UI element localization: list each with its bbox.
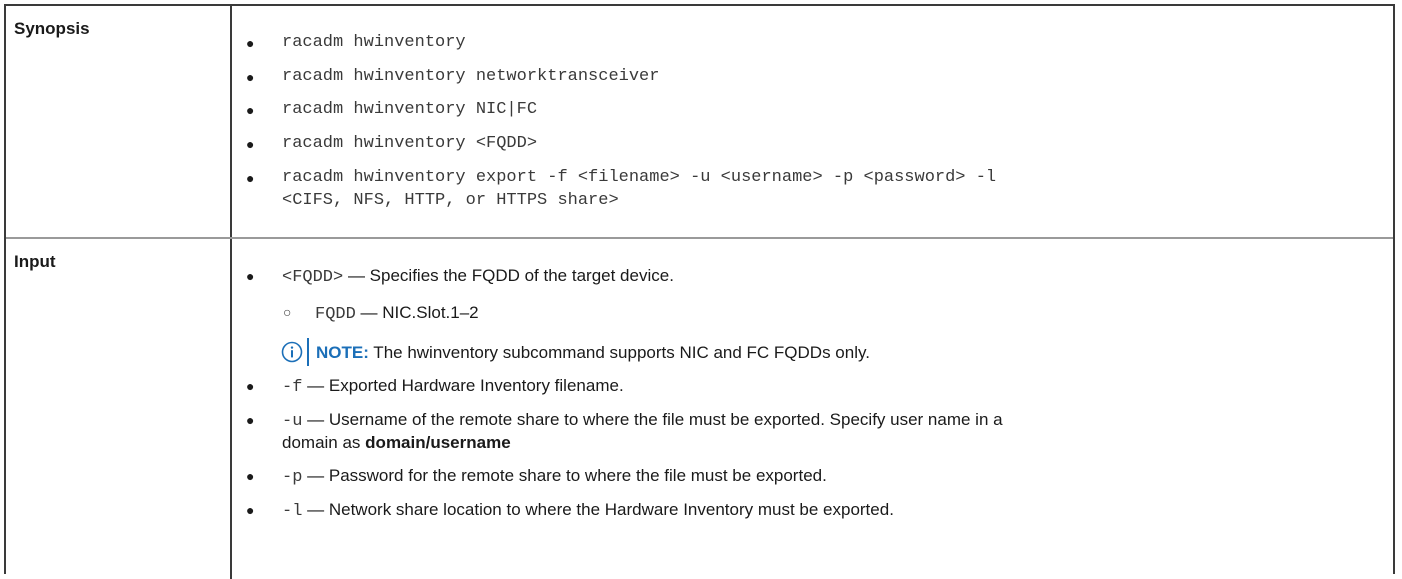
synopsis-command: racadm hwinventory [282,33,466,52]
synopsis-command: racadm hwinventory NIC|FC [282,100,538,119]
input-body-cell: ● <FQDD> — Specifies the FQDD of the tar… [232,239,1393,579]
input-label: Input [14,252,56,271]
bullet-icon: ● [246,378,255,394]
synopsis-command: racadm hwinventory export -f <filename> … [282,168,997,187]
fqdd-code: <FQDD> [282,268,344,287]
bullet-icon: ● [246,468,255,484]
fqdd-sub-description: — NIC.Slot.1–2 [355,303,479,322]
fqdd-sub-item: FQDD — NIC.Slot.1–2 [315,303,479,324]
option-f-item: -f — Exported Hardware Inventory filenam… [282,376,624,397]
option-u-item: -u — Username of the remote share to whe… [282,410,1003,431]
note-callout: NOTE: The hwinventory subcommand support… [316,343,870,363]
option-u-description-line2: domain as [282,433,366,452]
synopsis-command-continuation: <CIFS, NFS, HTTP, or HTTPS share> [282,191,619,210]
bullet-icon: ● [246,412,255,428]
note-accent-bar [307,338,309,366]
info-circle-icon [281,341,303,363]
input-header-cell: Input [6,239,232,579]
fqdd-description: — Specifies the FQDD of the target devic… [343,266,674,285]
synopsis-row: Synopsis ● racadm hwinventory ● racadm h… [6,6,1393,239]
note-label: NOTE: [316,343,369,362]
input-row: Input ● <FQDD> — Specifies the FQDD of t… [6,239,1393,579]
note-text: The hwinventory subcommand supports NIC … [368,343,870,362]
option-p-code: -p [282,468,303,487]
option-f-description: — Exported Hardware Inventory filename. [302,376,624,395]
synopsis-label: Synopsis [14,19,90,38]
option-l-description: — Network share location to where the Ha… [302,500,894,519]
option-l-item: -l — Network share location to where the… [282,500,894,521]
option-p-description: — Password for the remote share to where… [302,466,827,485]
option-u-description: — Username of the remote share to where … [302,410,1003,429]
bullet-icon: ● [246,102,255,118]
synopsis-header-cell: Synopsis [6,6,232,237]
option-u-bold-example: domain/username [365,433,511,452]
bullet-icon: ● [246,502,255,518]
option-p-item: -p — Password for the remote share to wh… [282,466,827,487]
option-u-code: -u [282,412,303,431]
bullet-icon: ● [246,170,255,186]
option-l-code: -l [282,502,303,521]
option-u-continuation: domain as domain/username [282,433,511,453]
hollow-bullet-icon: ○ [283,304,292,320]
bullet-icon: ● [246,136,255,152]
bullet-icon: ● [246,268,255,284]
fqdd-sub-code: FQDD [315,305,356,324]
command-reference-table: Synopsis ● racadm hwinventory ● racadm h… [4,4,1395,579]
bullet-icon: ● [246,35,255,51]
option-f-code: -f [282,378,303,397]
bullet-icon: ● [246,69,255,85]
synopsis-command: racadm hwinventory <FQDD> [282,134,538,153]
synopsis-command: racadm hwinventory networktransceiver [282,67,660,86]
input-fqdd-item: <FQDD> — Specifies the FQDD of the targe… [282,266,674,287]
synopsis-body-cell: ● racadm hwinventory ● racadm hwinventor… [232,6,1393,237]
